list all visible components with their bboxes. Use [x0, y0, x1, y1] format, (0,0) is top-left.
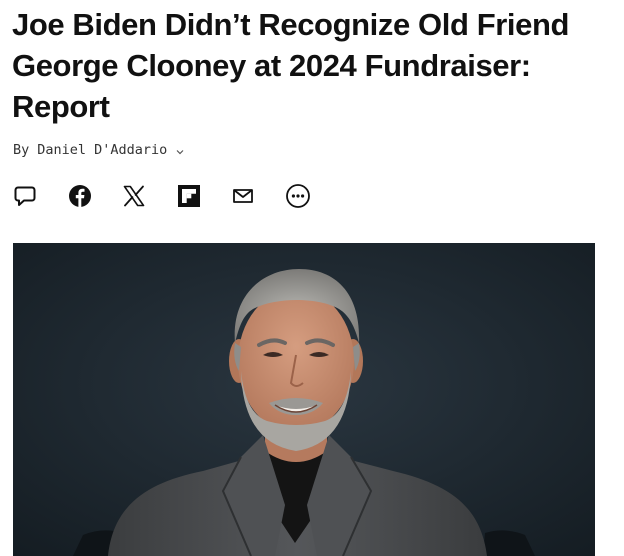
hero-image	[13, 243, 595, 556]
chevron-down-icon[interactable]	[175, 145, 185, 155]
headline: Joe Biden Didn’t Recognize Old Friend Ge…	[12, 7, 570, 124]
author-name[interactable]: Daniel D'Addario	[37, 142, 167, 158]
flipboard-share-button[interactable]	[176, 183, 202, 209]
more-options-button[interactable]	[285, 183, 311, 209]
x-share-button[interactable]	[121, 183, 147, 209]
flipboard-icon	[177, 185, 200, 207]
byline[interactable]: By Daniel D'Addario	[13, 142, 185, 158]
comment-button[interactable]	[12, 183, 38, 209]
x-icon	[123, 185, 145, 207]
email-share-button[interactable]	[230, 183, 256, 209]
portrait-photo	[13, 243, 595, 556]
byline-prefix: By	[13, 142, 30, 158]
article: Joe Biden Didn’t Recognize Old Friend Ge…	[0, 0, 624, 556]
comment-icon	[14, 186, 36, 206]
facebook-share-button[interactable]	[67, 183, 93, 209]
share-bar	[12, 182, 311, 210]
facebook-icon	[68, 185, 91, 207]
email-icon	[233, 189, 253, 203]
more-icon	[285, 184, 310, 208]
